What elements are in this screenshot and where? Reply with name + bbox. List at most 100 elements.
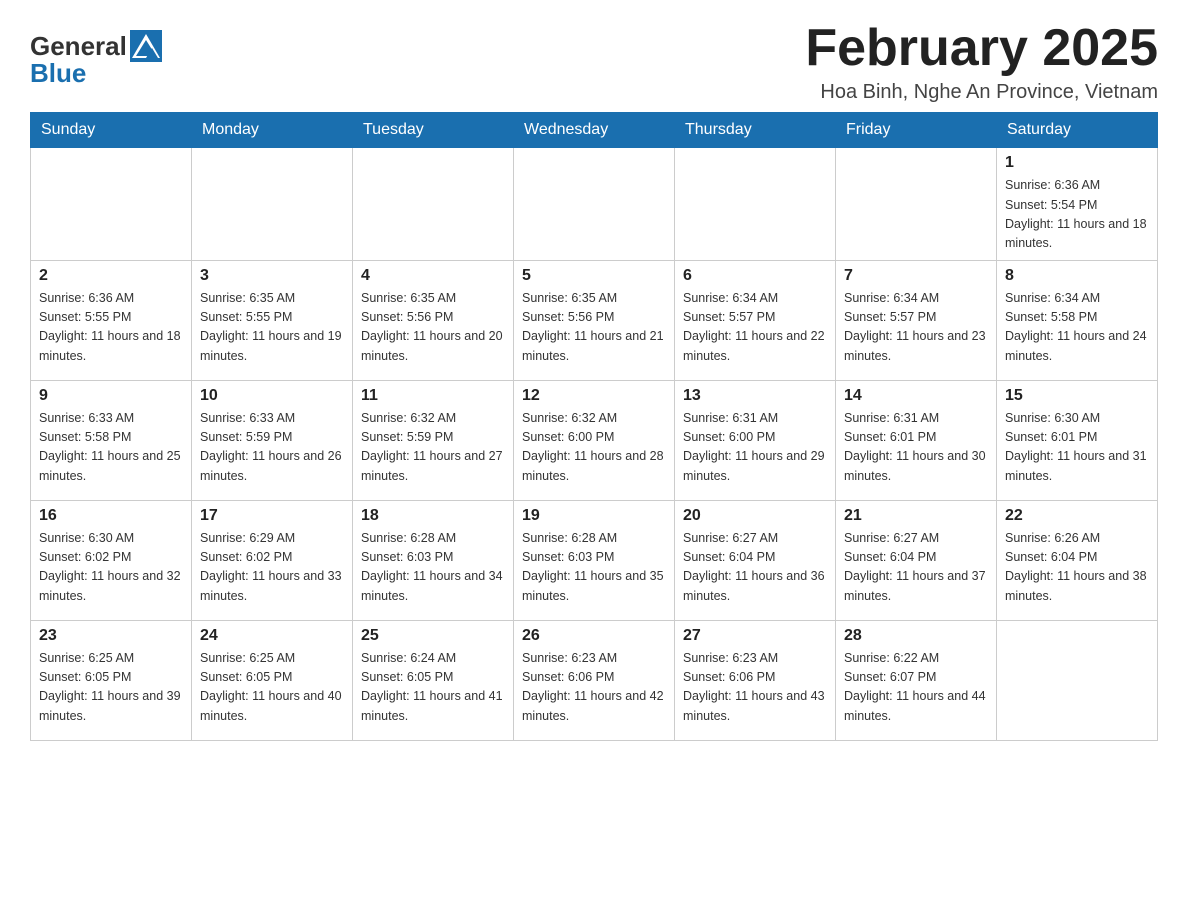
calendar-cell: 17 Sunrise: 6:29 AM Sunset: 6:02 PM Dayli… <box>192 500 353 620</box>
logo: General Blue <box>30 20 162 89</box>
day-info: Sunrise: 6:36 AM Sunset: 5:54 PM Dayligh… <box>1005 176 1149 254</box>
day-number: 21 <box>844 507 988 525</box>
day-info: Sunrise: 6:28 AM Sunset: 6:03 PM Dayligh… <box>522 529 666 607</box>
day-number: 26 <box>522 627 666 645</box>
calendar-cell: 14Sunrise: 6:31 AM Sunset: 6:01 PM Dayli… <box>836 380 997 500</box>
day-number: 3 <box>200 267 344 285</box>
day-number: 28 <box>844 627 988 645</box>
day-number: 16 <box>39 507 183 525</box>
calendar-cell: 8 Sunrise: 6:34 AM Sunset: 5:58 PM Daylig… <box>997 260 1158 380</box>
day-info: Sunrise: 6:23 AM Sunset: 6:06 PM Dayligh… <box>522 649 666 727</box>
logo-icon <box>130 30 162 62</box>
page-header: General Blue February 2025 Hoa Binh, Ngh… <box>30 20 1158 104</box>
day-info: Sunrise: 6:26 AM Sunset: 6:04 PM Dayligh… <box>1005 529 1149 607</box>
day-number: 24 <box>200 627 344 645</box>
calendar-cell <box>31 148 192 261</box>
calendar-cell: 4Sunrise: 6:35 AM Sunset: 5:56 PM Daylig… <box>353 260 514 380</box>
day-number: 23 <box>39 627 183 645</box>
calendar-cell: 2 Sunrise: 6:36 AM Sunset: 5:55 PM Daylig… <box>31 260 192 380</box>
calendar-cell: 13 Sunrise: 6:31 AM Sunset: 6:00 PM Dayli… <box>675 380 836 500</box>
day-info: Sunrise: 6:36 AM Sunset: 5:55 PM Dayligh… <box>39 289 183 367</box>
day-number: 13 <box>683 387 827 405</box>
calendar-cell <box>997 620 1158 740</box>
day-info: Sunrise: 6:25 AM Sunset: 6:05 PM Dayligh… <box>39 649 183 727</box>
calendar-cell: 22 Sunrise: 6:26 AM Sunset: 6:04 PM Dayli… <box>997 500 1158 620</box>
day-info: Sunrise: 6:30 AM Sunset: 6:02 PM Dayligh… <box>39 529 183 607</box>
header-wednesday: Wednesday <box>514 113 675 148</box>
calendar-cell: 6 Sunrise: 6:34 AM Sunset: 5:57 PM Daylig… <box>675 260 836 380</box>
day-info: Sunrise: 6:28 AM Sunset: 6:03 PM Dayligh… <box>361 529 505 607</box>
week-row-1: 2 Sunrise: 6:36 AM Sunset: 5:55 PM Daylig… <box>31 260 1158 380</box>
day-number: 12 <box>522 387 666 405</box>
day-info: Sunrise: 6:34 AM Sunset: 5:58 PM Dayligh… <box>1005 289 1149 367</box>
day-info: Sunrise: 6:32 AM Sunset: 5:59 PM Dayligh… <box>361 409 505 487</box>
calendar-cell: 5 Sunrise: 6:35 AM Sunset: 5:56 PM Daylig… <box>514 260 675 380</box>
calendar-cell: 12 Sunrise: 6:32 AM Sunset: 6:00 PM Dayli… <box>514 380 675 500</box>
calendar-cell: 3 Sunrise: 6:35 AM Sunset: 5:55 PM Daylig… <box>192 260 353 380</box>
header-sunday: Sunday <box>31 113 192 148</box>
header-monday: Monday <box>192 113 353 148</box>
day-number: 25 <box>361 627 505 645</box>
calendar-cell: 15 Sunrise: 6:30 AM Sunset: 6:01 PM Dayli… <box>997 380 1158 500</box>
calendar-table: SundayMondayTuesdayWednesdayThursdayFrid… <box>30 112 1158 741</box>
logo-general-text: General <box>30 31 127 62</box>
day-info: Sunrise: 6:31 AM Sunset: 6:00 PM Dayligh… <box>683 409 827 487</box>
calendar-cell <box>353 148 514 261</box>
day-info: Sunrise: 6:34 AM Sunset: 5:57 PM Dayligh… <box>844 289 988 367</box>
day-info: Sunrise: 6:31 AM Sunset: 6:01 PM Dayligh… <box>844 409 988 487</box>
calendar-cell: 20 Sunrise: 6:27 AM Sunset: 6:04 PM Dayli… <box>675 500 836 620</box>
day-number: 20 <box>683 507 827 525</box>
day-info: Sunrise: 6:33 AM Sunset: 5:58 PM Dayligh… <box>39 409 183 487</box>
day-number: 8 <box>1005 267 1149 285</box>
day-info: Sunrise: 6:24 AM Sunset: 6:05 PM Dayligh… <box>361 649 505 727</box>
day-info: Sunrise: 6:29 AM Sunset: 6:02 PM Dayligh… <box>200 529 344 607</box>
calendar-cell: 10 Sunrise: 6:33 AM Sunset: 5:59 PM Dayli… <box>192 380 353 500</box>
calendar-cell <box>836 148 997 261</box>
calendar-cell: 18 Sunrise: 6:28 AM Sunset: 6:03 PM Dayli… <box>353 500 514 620</box>
day-info: Sunrise: 6:25 AM Sunset: 6:05 PM Dayligh… <box>200 649 344 727</box>
week-row-0: 1 Sunrise: 6:36 AM Sunset: 5:54 PM Daylig… <box>31 148 1158 261</box>
day-number: 19 <box>522 507 666 525</box>
calendar-cell: 23 Sunrise: 6:25 AM Sunset: 6:05 PM Dayli… <box>31 620 192 740</box>
day-info: Sunrise: 6:27 AM Sunset: 6:04 PM Dayligh… <box>844 529 988 607</box>
day-info: Sunrise: 6:27 AM Sunset: 6:04 PM Dayligh… <box>683 529 827 607</box>
calendar-title: February 2025 <box>805 20 1158 77</box>
day-info: Sunrise: 6:30 AM Sunset: 6:01 PM Dayligh… <box>1005 409 1149 487</box>
header-thursday: Thursday <box>675 113 836 148</box>
day-number: 9 <box>39 387 183 405</box>
week-row-3: 16 Sunrise: 6:30 AM Sunset: 6:02 PM Dayli… <box>31 500 1158 620</box>
calendar-cell: 21 Sunrise: 6:27 AM Sunset: 6:04 PM Dayli… <box>836 500 997 620</box>
calendar-cell: 9 Sunrise: 6:33 AM Sunset: 5:58 PM Daylig… <box>31 380 192 500</box>
day-number: 27 <box>683 627 827 645</box>
day-info: Sunrise: 6:33 AM Sunset: 5:59 PM Dayligh… <box>200 409 344 487</box>
week-row-4: 23 Sunrise: 6:25 AM Sunset: 6:05 PM Dayli… <box>31 620 1158 740</box>
day-number: 2 <box>39 267 183 285</box>
day-number: 15 <box>1005 387 1149 405</box>
day-number: 11 <box>361 387 505 405</box>
calendar-cell: 24 Sunrise: 6:25 AM Sunset: 6:05 PM Dayli… <box>192 620 353 740</box>
logo-blue-text: Blue <box>30 58 86 89</box>
day-number: 22 <box>1005 507 1149 525</box>
day-info: Sunrise: 6:32 AM Sunset: 6:00 PM Dayligh… <box>522 409 666 487</box>
calendar-cell <box>514 148 675 261</box>
day-number: 1 <box>1005 154 1149 172</box>
calendar-cell: 25 Sunrise: 6:24 AM Sunset: 6:05 PM Dayli… <box>353 620 514 740</box>
day-number: 5 <box>522 267 666 285</box>
calendar-cell: 28Sunrise: 6:22 AM Sunset: 6:07 PM Dayli… <box>836 620 997 740</box>
calendar-cell: 27Sunrise: 6:23 AM Sunset: 6:06 PM Dayli… <box>675 620 836 740</box>
calendar-subtitle: Hoa Binh, Nghe An Province, Vietnam <box>805 81 1158 104</box>
calendar-cell <box>192 148 353 261</box>
day-number: 6 <box>683 267 827 285</box>
calendar-header-row: SundayMondayTuesdayWednesdayThursdayFrid… <box>31 113 1158 148</box>
header-saturday: Saturday <box>997 113 1158 148</box>
day-info: Sunrise: 6:35 AM Sunset: 5:55 PM Dayligh… <box>200 289 344 367</box>
title-block: February 2025 Hoa Binh, Nghe An Province… <box>805 20 1158 104</box>
day-info: Sunrise: 6:34 AM Sunset: 5:57 PM Dayligh… <box>683 289 827 367</box>
week-row-2: 9 Sunrise: 6:33 AM Sunset: 5:58 PM Daylig… <box>31 380 1158 500</box>
day-info: Sunrise: 6:35 AM Sunset: 5:56 PM Dayligh… <box>522 289 666 367</box>
day-number: 10 <box>200 387 344 405</box>
header-tuesday: Tuesday <box>353 113 514 148</box>
day-number: 18 <box>361 507 505 525</box>
day-number: 17 <box>200 507 344 525</box>
day-info: Sunrise: 6:35 AM Sunset: 5:56 PM Dayligh… <box>361 289 505 367</box>
